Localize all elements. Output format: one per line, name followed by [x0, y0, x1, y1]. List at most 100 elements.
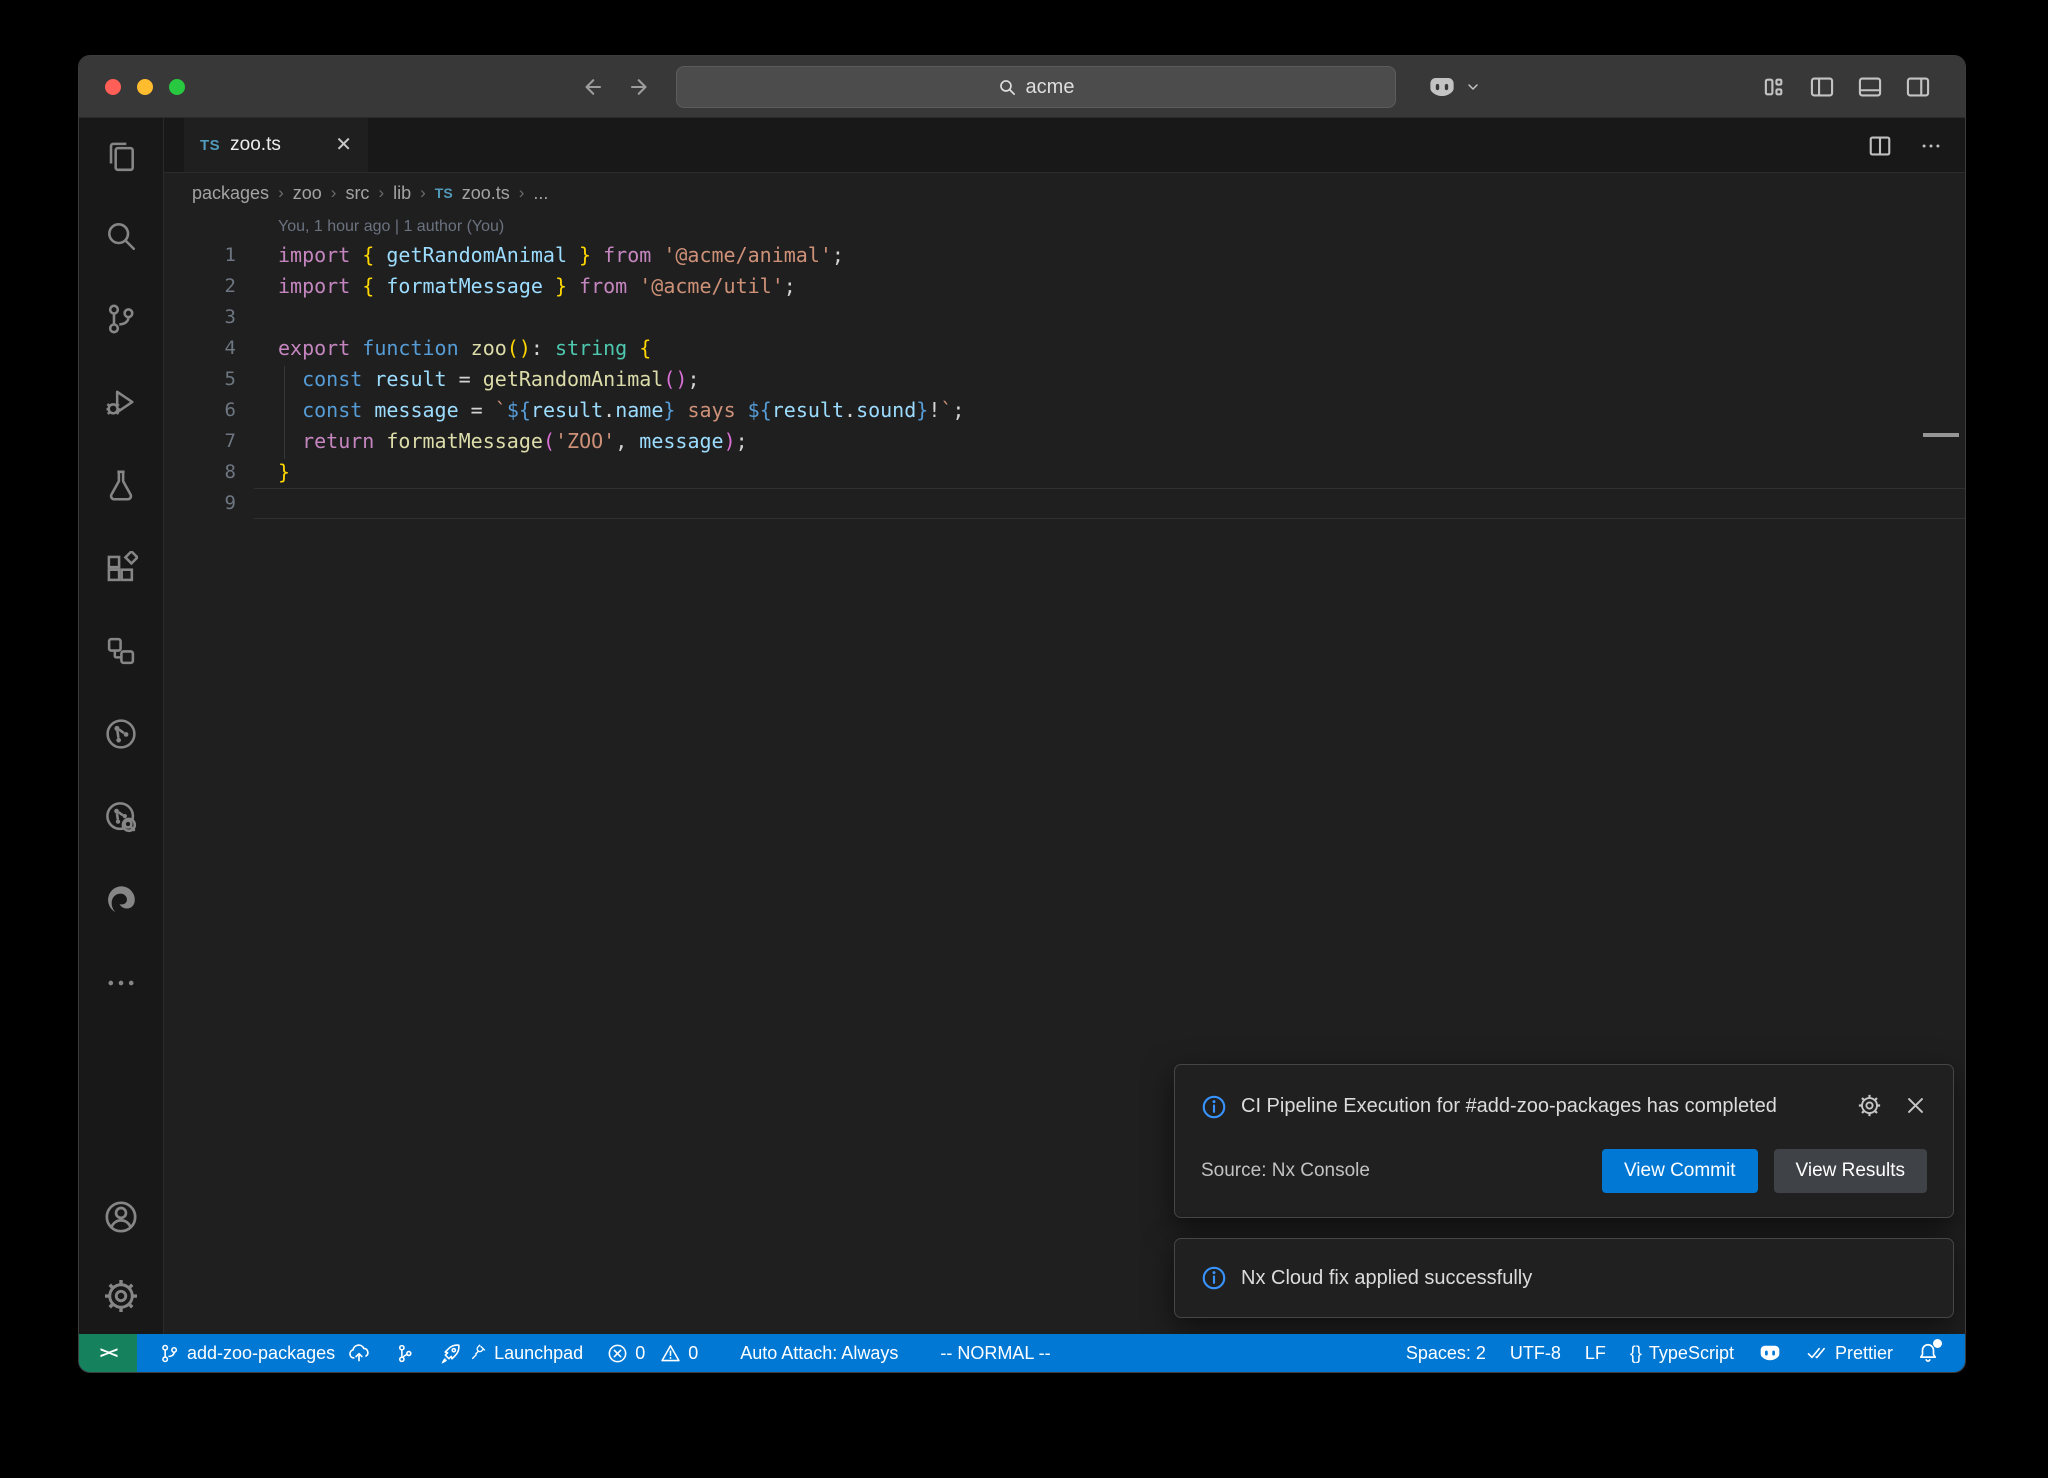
problems-status[interactable]: 0 0 [595, 1334, 710, 1372]
gitlens-blame-annotation: You, 1 hour ago | 1 author (You) [164, 213, 1965, 240]
settings-gear-icon[interactable] [79, 1258, 163, 1334]
code-line[interactable]: 6 const message = `${result.name} says $… [164, 395, 1965, 426]
code-text: return formatMessage('ZOO', message); [236, 426, 748, 457]
line-number: 3 [164, 302, 236, 333]
code-line[interactable]: 5 const result = getRandomAnimal(); [164, 364, 1965, 395]
copilot-status[interactable] [1746, 1334, 1794, 1372]
auto-attach-status[interactable]: Auto Attach: Always [728, 1334, 910, 1372]
testing-icon[interactable] [79, 443, 163, 526]
nx-console-icon[interactable] [79, 692, 163, 775]
copilot-icon[interactable] [1427, 72, 1457, 102]
breadcrumb-item[interactable]: zoo.ts [462, 183, 510, 204]
notification-close-icon[interactable] [1904, 1094, 1927, 1117]
code-text: import { formatMessage } from '@acme/uti… [236, 271, 796, 302]
plug-icon [469, 1344, 487, 1362]
notification-message: Nx Cloud fix applied successfully [1241, 1261, 1532, 1295]
more-actions-icon[interactable] [1919, 134, 1943, 158]
code-line[interactable]: 9 [164, 488, 1965, 519]
tab-bar: TS zoo.ts ✕ [164, 118, 1965, 173]
git-branch-icon [159, 1343, 180, 1364]
split-editor-icon[interactable] [1867, 133, 1893, 159]
notification-dot [1933, 1339, 1942, 1348]
search-value: acme [1026, 76, 1075, 99]
notification-nx-cloud-fix: Nx Cloud fix applied successfully [1174, 1238, 1954, 1318]
command-center-search[interactable]: acme [676, 66, 1396, 108]
zoom-window-button[interactable] [169, 79, 185, 95]
activity-bar [79, 118, 164, 1334]
notification-toasts: CI Pipeline Execution for #add-zoo-packa… [1174, 1064, 1954, 1318]
accounts-icon[interactable] [79, 1175, 163, 1258]
remote-explorer-icon[interactable] [79, 609, 163, 692]
typescript-file-icon: TS [200, 137, 220, 154]
line-number: 4 [164, 333, 236, 364]
breadcrumb-item[interactable]: packages [192, 183, 269, 204]
chevron-down-icon[interactable] [1465, 79, 1481, 95]
nx-cloud-icon[interactable] [79, 775, 163, 858]
toggle-secondary-sidebar-icon[interactable] [1905, 74, 1931, 100]
breadcrumb-item[interactable]: src [345, 183, 369, 204]
indentation-status[interactable]: Spaces: 2 [1394, 1334, 1498, 1372]
line-number: 6 [164, 395, 236, 426]
code-line[interactable]: 1import { getRandomAnimal } from '@acme/… [164, 240, 1965, 271]
view-commit-button[interactable]: View Commit [1602, 1149, 1758, 1193]
forward-icon[interactable] [629, 75, 653, 99]
launchpad-label: Launchpad [494, 1343, 583, 1364]
breadcrumb: packages›zoo›src›lib›TSzoo.ts›... [164, 173, 1965, 213]
copilot-icon [1758, 1341, 1782, 1365]
toggle-panel-icon[interactable] [1857, 74, 1883, 100]
notification-settings-gear-icon[interactable] [1857, 1093, 1882, 1118]
vim-mode-status[interactable]: -- NORMAL -- [928, 1334, 1062, 1372]
encoding-status[interactable]: UTF-8 [1498, 1334, 1573, 1372]
indent-guide [284, 366, 285, 459]
notification-message: CI Pipeline Execution for #add-zoo-packa… [1241, 1089, 1777, 1123]
additional-views-icon[interactable] [79, 941, 163, 1024]
back-icon[interactable] [579, 75, 603, 99]
notifications-bell[interactable] [1905, 1334, 1951, 1372]
breadcrumb-separator: › [420, 183, 426, 203]
code-line[interactable]: 2import { formatMessage } from '@acme/ut… [164, 271, 1965, 302]
run-debug-icon[interactable] [79, 360, 163, 443]
code-text: const message = `${result.name} says ${r… [236, 395, 964, 426]
close-window-button[interactable] [105, 79, 121, 95]
launchpad-status[interactable]: Launchpad [427, 1334, 595, 1372]
traffic-lights [105, 56, 185, 118]
search-view-icon[interactable] [79, 194, 163, 277]
breadcrumb-item[interactable]: lib [393, 183, 411, 204]
vscode-window: acme [78, 55, 1966, 1373]
view-results-button[interactable]: View Results [1774, 1149, 1927, 1193]
toggle-primary-sidebar-icon[interactable] [1809, 74, 1835, 100]
language-status[interactable]: {} TypeScript [1618, 1334, 1746, 1372]
line-number: 8 [164, 457, 236, 488]
extensions-icon[interactable] [79, 526, 163, 609]
breadcrumb-item[interactable]: ... [533, 183, 548, 204]
git-graph-status[interactable] [382, 1334, 427, 1372]
line-number: 1 [164, 240, 236, 271]
code-editor[interactable]: 1import { getRandomAnimal } from '@acme/… [164, 240, 1965, 519]
git-graph-icon [394, 1343, 415, 1364]
tab-close-icon[interactable]: ✕ [335, 135, 352, 155]
tab-zoo-ts[interactable]: TS zoo.ts ✕ [184, 118, 368, 172]
publish-cloud-icon [348, 1342, 370, 1364]
branch-name: add-zoo-packages [187, 1343, 335, 1364]
breadcrumb-item[interactable]: zoo [293, 183, 322, 204]
code-line[interactable]: 3 [164, 302, 1965, 333]
minimize-window-button[interactable] [137, 79, 153, 95]
breadcrumb-separator: › [331, 183, 337, 203]
code-text: } [236, 457, 290, 488]
source-control-icon[interactable] [79, 277, 163, 360]
code-line[interactable]: 7 return formatMessage('ZOO', message); [164, 426, 1965, 457]
edge-browser-icon[interactable] [79, 858, 163, 941]
code-line[interactable]: 4export function zoo(): string { [164, 333, 1965, 364]
explorer-icon[interactable] [79, 118, 163, 194]
formatter-status[interactable]: Prettier [1794, 1334, 1905, 1372]
warning-icon [660, 1343, 681, 1364]
remote-indicator[interactable]: >< [79, 1334, 137, 1372]
error-count: 0 [635, 1343, 645, 1364]
overview-ruler-mark [1923, 433, 1959, 437]
eol-status[interactable]: LF [1573, 1334, 1618, 1372]
git-branch-status[interactable]: add-zoo-packages [147, 1334, 382, 1372]
search-icon [998, 78, 1017, 97]
code-line[interactable]: 8} [164, 457, 1965, 488]
breadcrumb-separator: › [278, 183, 284, 203]
customize-layout-icon[interactable] [1761, 74, 1787, 100]
